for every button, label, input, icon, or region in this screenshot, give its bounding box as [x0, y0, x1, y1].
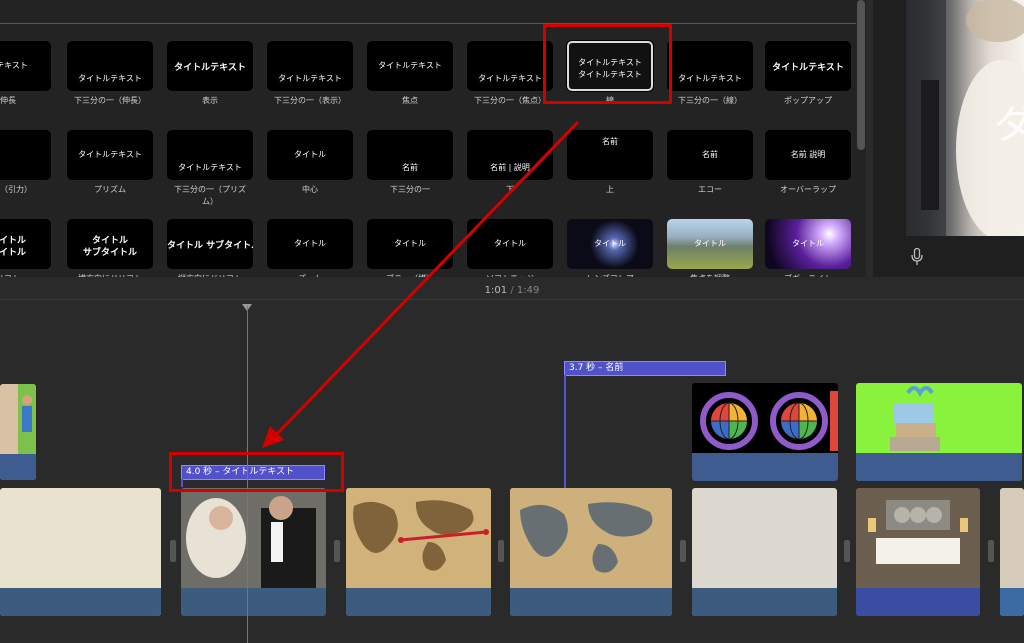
- imovie-window: ルテキスト伸長タイトルテキスト下三分の一（伸長）タイトルテキスト表示タイトルテキ…: [0, 0, 1024, 643]
- annotation-arrow: [262, 120, 580, 448]
